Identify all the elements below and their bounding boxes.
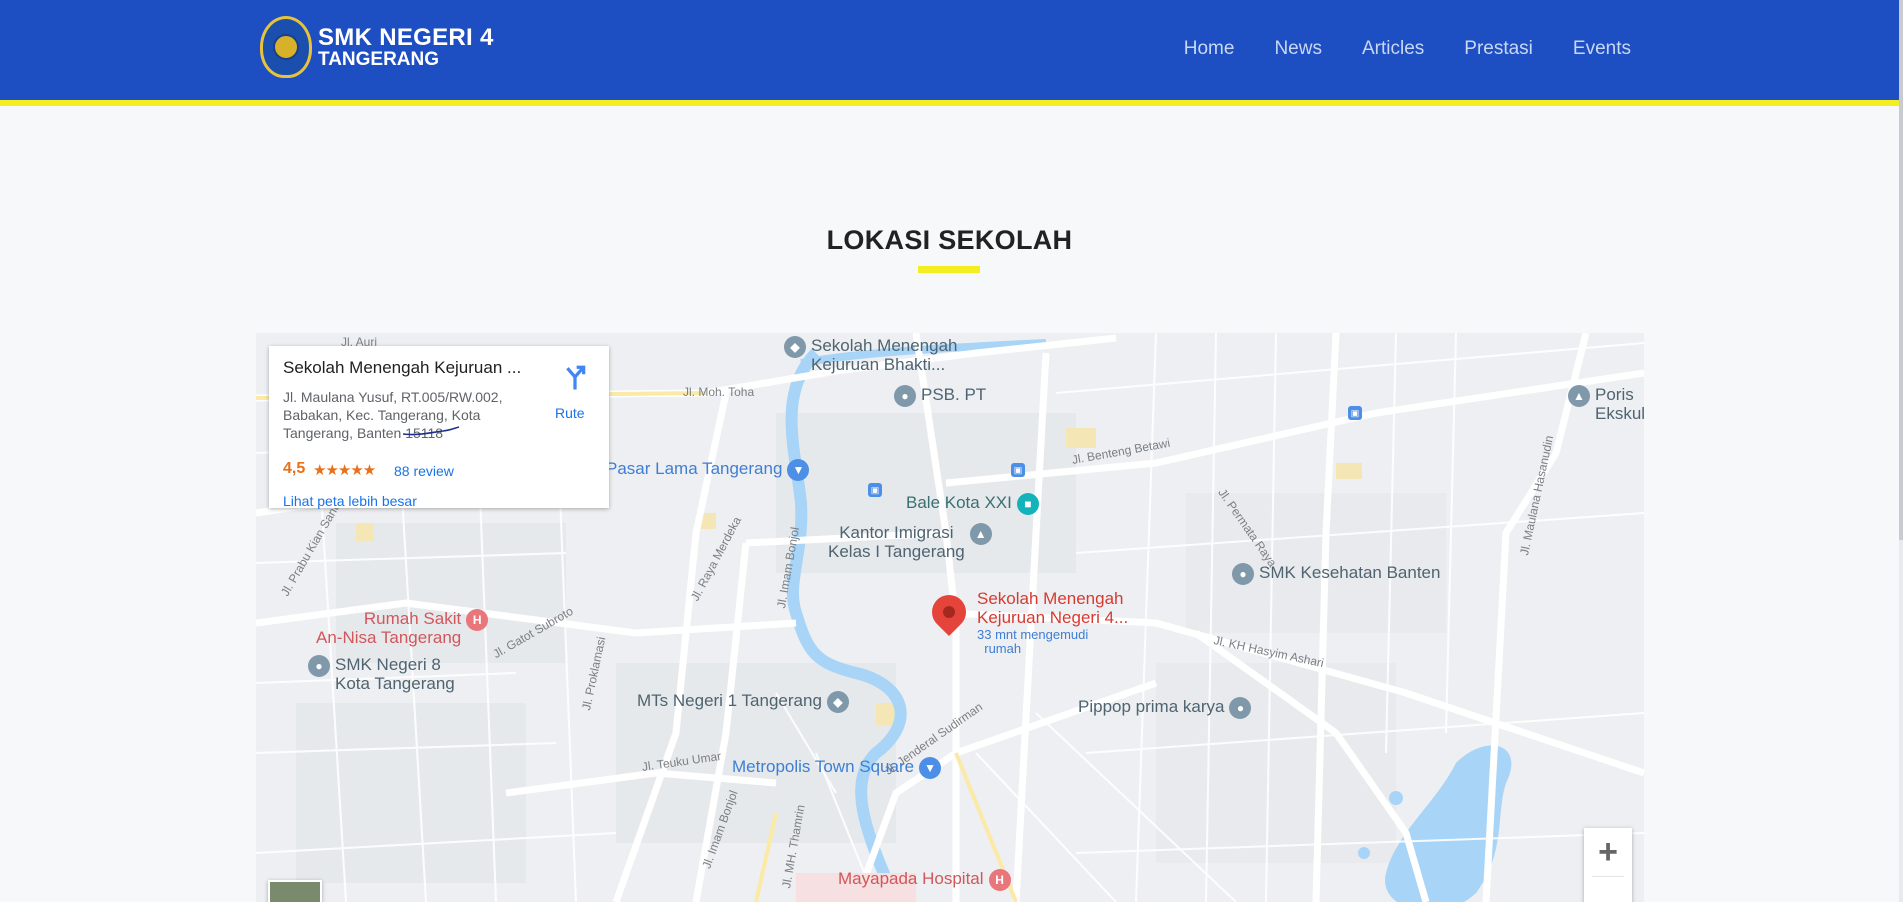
route-button-label[interactable]: Rute: [555, 405, 585, 421]
poi-smk-kesehatan[interactable]: ● SMK Kesehatan Banten: [1232, 563, 1440, 585]
road-label-moh-toha: Jl. Moh. Toha: [683, 385, 755, 399]
poi-mayapada[interactable]: Mayapada Hospital H: [838, 869, 1011, 891]
poi-metropolis-label: Metropolis Town Square: [732, 757, 915, 776]
poi-poris[interactable]: ▲ Poris Ekskul: [1568, 385, 1644, 423]
location-pin-icon: ●: [1229, 697, 1252, 719]
school-pin-icon: ◆: [784, 336, 806, 358]
page-scrollbar-thumb[interactable]: [1899, 0, 1903, 540]
brand-line-2: TANGERANG: [318, 49, 440, 70]
map-marker-icon: [924, 587, 974, 637]
poi-metropolis[interactable]: Metropolis Town Square ▼: [732, 757, 942, 779]
embedded-map[interactable]: Jl. Auri Jl. Moh. Toha Jl. Benteng Betaw…: [256, 333, 1644, 902]
poi-mts-negeri-1[interactable]: MTs Negeri 1 Tangerang ◆: [637, 691, 849, 713]
brand-line-1: SMK NEGERI 4: [318, 24, 494, 51]
place-info-card: Sekolah Menengah Kejuruan ... Jl. Maulan…: [269, 346, 609, 509]
poi-smk-negeri-8[interactable]: ● SMK Negeri 8 Kota Tangerang: [308, 655, 455, 693]
poi-smk-bhakti-label: Sekolah Menengah Kejuruan Bhakti...: [811, 336, 958, 374]
poi-psb-pt-label: PSB. PT: [921, 385, 987, 404]
government-pin-icon: ▲: [969, 523, 992, 545]
bus-stop-icon[interactable]: ▣: [1011, 463, 1025, 477]
poi-pippop-label: Pippop prima karya: [1078, 697, 1225, 716]
nav-articles[interactable]: Articles: [1362, 38, 1424, 60]
poi-pasar-lama-label: Pasar Lama Tangerang: [606, 459, 783, 478]
section-title: LOKASI SEKOLAH: [826, 225, 1073, 255]
nav-news[interactable]: News: [1274, 38, 1322, 60]
poi-bale-kota-label: Bale Kota XXI: [906, 493, 1012, 512]
hospital-pin-icon: H: [466, 609, 489, 631]
poi-poris-label: Poris Ekskul: [1595, 385, 1644, 423]
site-header: SMK NEGERI 4 TANGERANG Home News Article…: [0, 0, 1899, 106]
shopping-cart-icon: ▼: [787, 459, 810, 481]
directions-icon[interactable]: [562, 364, 588, 390]
poi-bale-kota-xxi[interactable]: Bale Kota XXI ■: [906, 493, 1039, 515]
place-name: Sekolah Menengah Kejuruan ...: [283, 358, 522, 377]
hospital-pin-icon: H: [988, 869, 1011, 891]
poi-pasar-lama[interactable]: Pasar Lama Tangerang ▼: [606, 459, 810, 481]
poi-psb-pt[interactable]: ● PSB. PT: [894, 385, 986, 407]
school-crest-logo: [273, 34, 299, 60]
zoom-control: +: [1584, 828, 1632, 902]
poi-kantor-imigrasi[interactable]: Kantor Imigrasi Kelas I Tangerang ▲: [828, 523, 992, 561]
larger-map-link[interactable]: Lihat peta lebih besar: [283, 493, 417, 509]
shopping-bag-icon: ▼: [919, 757, 942, 779]
drive-time-label: 33 mnt mengemudi rumah: [977, 627, 1089, 656]
poi-mayapada-label: Mayapada Hospital: [838, 869, 984, 888]
school-marker-label: Sekolah Menengah Kejuruan Negeri 4...: [977, 589, 1129, 627]
location-pin-icon: ●: [308, 655, 330, 677]
poi-smk-kesehatan-label: SMK Kesehatan Banten: [1259, 563, 1441, 582]
museum-pin-icon: ▲: [1568, 385, 1590, 407]
bus-stop-icon[interactable]: ▣: [1348, 406, 1362, 420]
school-logo[interactable]: [260, 16, 312, 78]
title-underline: [918, 266, 980, 273]
school-marker[interactable]: Sekolah Menengah Kejuruan Negeri 4... 33 …: [924, 587, 1128, 656]
nav-events[interactable]: Events: [1573, 38, 1631, 60]
zoom-in-button[interactable]: +: [1584, 828, 1632, 876]
zoom-divider: [1592, 876, 1624, 877]
cinema-pin-icon: ■: [1016, 493, 1039, 515]
main-nav: Home News Articles Prestasi Events: [1184, 38, 1631, 60]
poi-rs-annisa-label: Rumah Sakit An-Nisa Tangerang: [316, 609, 462, 647]
poi-rs-annisa[interactable]: Rumah Sakit An-Nisa Tangerang H: [316, 609, 489, 647]
poi-smk-bhakti[interactable]: ◆ Sekolah Menengah Kejuruan Bhakti...: [784, 336, 958, 374]
poi-kantor-imigrasi-label: Kantor Imigrasi Kelas I Tangerang: [828, 523, 965, 561]
annotation-scribble: [403, 426, 460, 436]
location-pin-icon: ●: [894, 385, 916, 407]
nav-prestasi[interactable]: Prestasi: [1464, 38, 1533, 60]
school-pin-icon: ◆: [826, 691, 849, 713]
rating-stars-icon: ★★★★★: [313, 462, 376, 479]
location-pin-icon: ●: [1232, 563, 1254, 585]
site-brand[interactable]: SMK NEGERI 4 TANGERANG: [318, 26, 494, 70]
poi-pippop[interactable]: Pippop prima karya ●: [1078, 697, 1252, 719]
nav-home[interactable]: Home: [1184, 38, 1235, 60]
poi-mts-negeri-1-label: MTs Negeri 1 Tangerang: [637, 691, 822, 710]
poi-smk-negeri-8-label: SMK Negeri 8 Kota Tangerang: [335, 655, 455, 693]
reviews-link[interactable]: 88 review: [394, 463, 454, 479]
satellite-layer-toggle[interactable]: [268, 880, 322, 902]
place-rating: 4,5: [283, 460, 306, 477]
bus-stop-icon[interactable]: ▣: [868, 483, 882, 497]
